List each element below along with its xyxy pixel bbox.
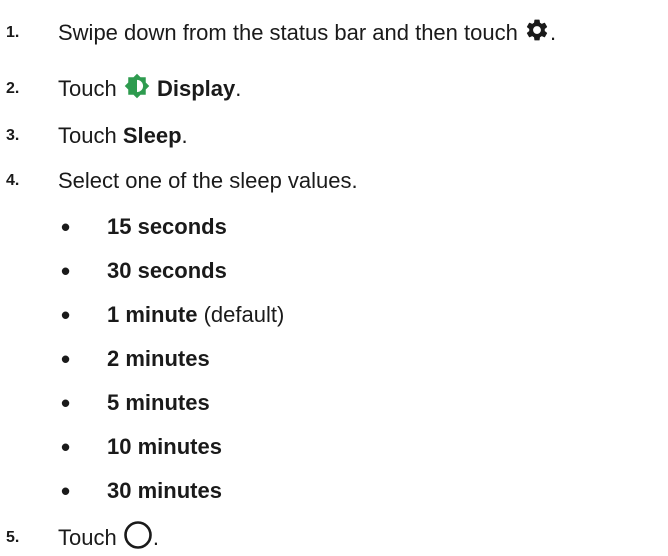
bullet: • (61, 475, 71, 506)
bullet: • (61, 299, 71, 330)
step-number: 1. (6, 24, 20, 41)
step-text: Touch Sleep. (58, 123, 188, 148)
step-text: Touch Display. (58, 72, 241, 106)
step-2: 2. Touch Display. (0, 71, 668, 107)
home-circle-icon (123, 520, 153, 556)
gear-icon (524, 17, 550, 49)
step-text: Touch . (58, 520, 159, 556)
list-item: • 15 seconds (61, 211, 227, 242)
display-brightness-icon (123, 72, 151, 106)
list-item: • 1 minute (default) (61, 299, 285, 330)
step-1: 1. Swipe down from the status bar and th… (0, 15, 668, 51)
step-text: Swipe down from the status bar and then … (58, 17, 556, 49)
list-item: • 30 seconds (61, 255, 227, 286)
step-number: 5. (6, 529, 20, 546)
list-item: • 10 minutes (61, 431, 222, 462)
bullet: • (61, 343, 71, 374)
bullet: • (61, 387, 71, 418)
bullet: • (61, 255, 71, 286)
step-number: 4. (6, 172, 20, 189)
bullet: • (61, 431, 71, 462)
step-4: 4. Select one of the sleep values. (0, 163, 668, 199)
step-number: 3. (6, 127, 20, 144)
list-item: • 30 minutes (61, 475, 222, 506)
step-number: 2. (6, 80, 20, 97)
step-3: 3. Touch Sleep. (0, 118, 668, 154)
step-5: 5. Touch . (0, 520, 668, 556)
bullet: • (61, 211, 71, 242)
step-text: Select one of the sleep values. (58, 168, 358, 193)
list-item: • 5 minutes (61, 387, 210, 418)
list-item: • 2 minutes (61, 343, 210, 374)
